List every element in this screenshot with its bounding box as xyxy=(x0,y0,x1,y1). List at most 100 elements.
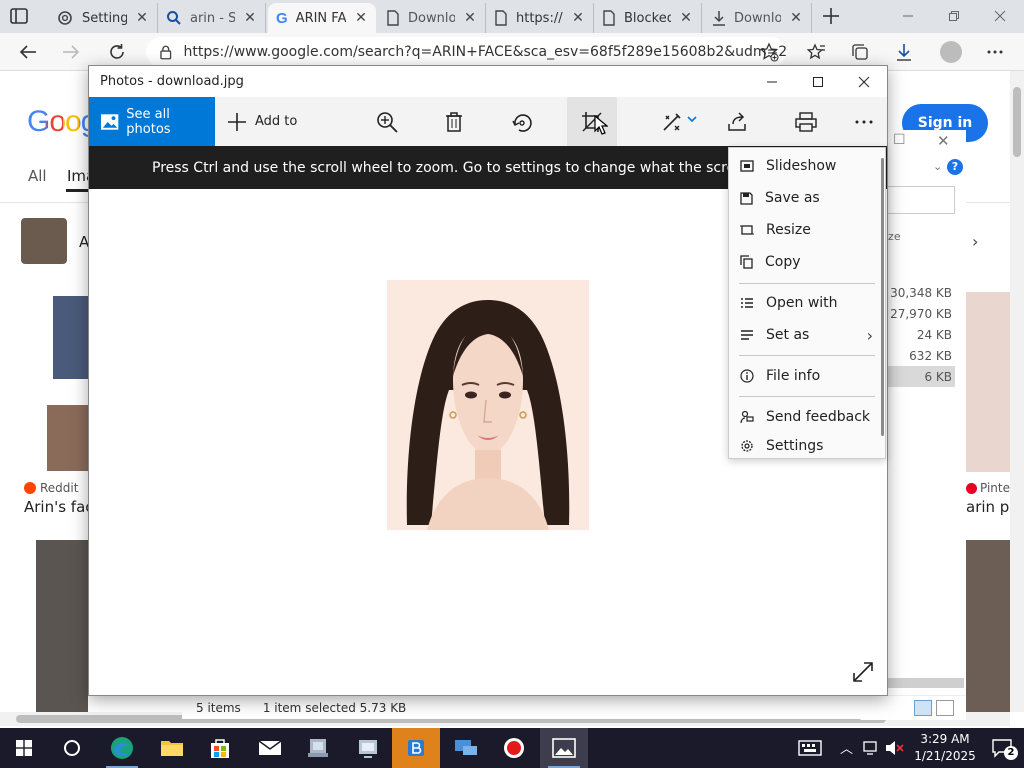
browser-close-button[interactable] xyxy=(980,4,1020,28)
add-favorite-button[interactable] xyxy=(756,40,782,64)
help-icon[interactable]: ? xyxy=(947,159,963,175)
tab-google-active[interactable]: G ARIN FA ✕ xyxy=(268,3,376,33)
taskbar-mail[interactable] xyxy=(246,728,294,768)
start-button[interactable] xyxy=(0,728,48,768)
forward-button[interactable] xyxy=(58,40,84,64)
menu-item-set-as[interactable]: Set as › xyxy=(729,320,885,350)
result-source[interactable]: Pinte xyxy=(966,481,1010,495)
close-icon[interactable]: ✕ xyxy=(135,10,149,26)
add-to-button[interactable]: Add to xyxy=(227,97,297,146)
chevron-up-icon[interactable]: ︿ xyxy=(840,738,853,757)
photos-close-button[interactable] xyxy=(841,70,887,94)
edit-create-button[interactable] xyxy=(649,97,697,146)
menu-item-send-feedback[interactable]: Send feedback xyxy=(729,402,885,432)
photos-maximize-button[interactable] xyxy=(795,70,841,94)
explorer-horizontal-scrollbar[interactable] xyxy=(888,678,964,688)
photos-minimize-button[interactable] xyxy=(749,70,795,94)
refresh-button[interactable] xyxy=(104,40,130,64)
result-image[interactable] xyxy=(47,405,89,471)
menu-item-file-info[interactable]: File info xyxy=(729,361,885,391)
tab-blocked[interactable]: Blocked ✕ xyxy=(594,3,702,33)
menu-item-slideshow[interactable]: Slideshow xyxy=(729,151,885,181)
result-image[interactable] xyxy=(966,540,1010,712)
chevron-right-icon[interactable]: › xyxy=(972,232,978,251)
window-title: Photos - download.jpg xyxy=(100,74,244,89)
scrollbar-thumb[interactable] xyxy=(1013,87,1021,157)
taskbar-app-2[interactable] xyxy=(344,728,392,768)
page-vertical-scrollbar[interactable] xyxy=(1010,71,1024,712)
taskbar-input-indicator[interactable] xyxy=(788,728,832,768)
taskbar-photos[interactable] xyxy=(540,728,588,768)
rotate-button[interactable] xyxy=(497,97,547,146)
url-field[interactable]: https://www.google.com/search?q=ARIN+FAC… xyxy=(146,37,786,67)
details-view-icon[interactable] xyxy=(914,700,932,716)
zoom-button[interactable] xyxy=(362,97,412,146)
result-image[interactable] xyxy=(53,296,89,379)
more-options-button[interactable] xyxy=(839,97,889,146)
source-label: Reddit xyxy=(40,481,79,495)
menu-item-open-with[interactable]: Open with xyxy=(729,288,885,318)
tab-search[interactable]: arin - Se ✕ xyxy=(158,3,266,33)
tab-https[interactable]: https:// ✕ xyxy=(486,3,594,33)
close-icon[interactable]: ✕ xyxy=(463,10,477,26)
taskbar-app-3[interactable] xyxy=(392,728,440,768)
downloads-button[interactable] xyxy=(891,40,917,64)
menu-item-save-as[interactable]: Save as xyxy=(729,183,885,213)
maximize-icon[interactable]: ☐ xyxy=(893,132,906,148)
displayed-photo[interactable] xyxy=(387,280,589,530)
menu-item-settings[interactable]: Settings xyxy=(729,434,885,458)
result-image[interactable] xyxy=(966,292,1010,472)
menu-item-resize[interactable]: Resize xyxy=(729,215,885,245)
network-icon[interactable] xyxy=(862,740,880,756)
file-size: 30,348 KB xyxy=(890,286,952,300)
print-button[interactable] xyxy=(781,97,831,146)
share-button[interactable] xyxy=(712,97,762,146)
action-center-button[interactable]: 2 xyxy=(980,728,1024,768)
new-tab-icon[interactable] xyxy=(820,5,842,27)
related-search-thumbnail[interactable] xyxy=(21,218,67,264)
close-icon[interactable]: ✕ xyxy=(354,10,368,26)
tab-actions-icon[interactable] xyxy=(9,7,29,25)
result-caption[interactable]: arin pi xyxy=(966,498,1010,516)
taskbar-recorder[interactable] xyxy=(490,728,538,768)
expand-fullscreen-icon[interactable] xyxy=(851,660,875,684)
browser-minimize-button[interactable] xyxy=(888,4,928,28)
close-icon[interactable]: ✕ xyxy=(937,132,950,150)
favorites-button[interactable] xyxy=(803,40,829,64)
tab-settings[interactable]: Settings ✕ xyxy=(48,3,158,33)
delete-button[interactable] xyxy=(429,97,479,146)
back-button[interactable] xyxy=(15,40,41,64)
volume-muted-icon[interactable] xyxy=(884,740,904,756)
collections-button[interactable] xyxy=(847,40,873,64)
taskbar-app-4[interactable] xyxy=(442,728,490,768)
crop-button[interactable] xyxy=(567,97,617,146)
cortana-search-button[interactable] xyxy=(48,728,96,768)
system-clock[interactable]: 3:29 AM 1/21/2025 xyxy=(912,731,978,765)
browser-restore-button[interactable] xyxy=(934,4,974,28)
result-source[interactable]: Reddit xyxy=(24,481,78,495)
result-image[interactable] xyxy=(36,540,88,712)
tiles-view-icon[interactable] xyxy=(936,700,954,716)
close-icon[interactable]: ✕ xyxy=(679,10,693,26)
tab-download-1[interactable]: Downlo ✕ xyxy=(378,3,486,33)
taskbar-file-explorer[interactable] xyxy=(148,728,196,768)
chevron-down-icon[interactable]: ⌄ xyxy=(933,160,942,173)
close-icon[interactable]: ✕ xyxy=(571,10,585,26)
close-icon[interactable]: ✕ xyxy=(243,10,257,26)
menu-item-label: Resize xyxy=(766,222,811,238)
taskbar-edge[interactable] xyxy=(98,728,146,768)
menu-item-label: Save as xyxy=(765,190,820,206)
close-icon[interactable]: ✕ xyxy=(789,10,803,26)
search-input[interactable] xyxy=(885,186,955,214)
profile-avatar[interactable] xyxy=(940,41,962,63)
see-all-photos-button[interactable]: See all photos xyxy=(89,97,215,146)
settings-more-button[interactable] xyxy=(982,40,1008,64)
google-tab-all[interactable]: All xyxy=(28,167,47,185)
taskbar-app-1[interactable] xyxy=(294,728,342,768)
menu-scrollbar[interactable] xyxy=(881,158,884,436)
tab-download-2[interactable]: Downlo ✕ xyxy=(704,3,812,33)
menu-item-copy[interactable]: Copy xyxy=(729,247,885,277)
taskbar-store[interactable] xyxy=(196,728,244,768)
lock-icon[interactable] xyxy=(160,45,172,60)
google-logo[interactable]: Goog xyxy=(27,105,97,139)
